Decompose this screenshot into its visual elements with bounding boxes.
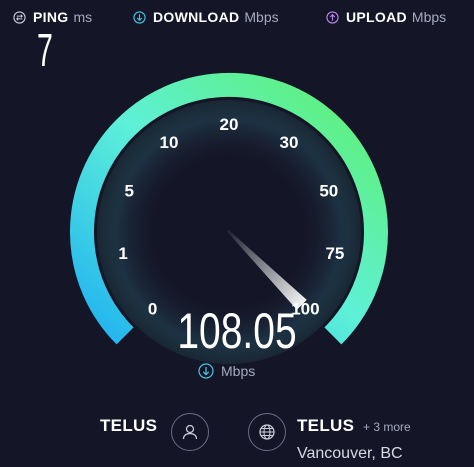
isp-button[interactable] xyxy=(171,413,209,451)
gauge-tick-label: 10 xyxy=(160,133,179,152)
gauge-tick-label: 75 xyxy=(325,244,344,263)
speed-unit: Mbps xyxy=(221,363,256,379)
speed-gauge: 0151020305075100 xyxy=(70,72,388,364)
gauge-tick-label: 30 xyxy=(280,133,299,152)
more-servers-link[interactable]: + 3 more xyxy=(363,420,411,434)
isp-name: TELUS xyxy=(100,416,158,435)
user-icon xyxy=(182,424,198,440)
gauge-tick-label: 0 xyxy=(148,299,157,318)
server-name: TELUS xyxy=(297,416,355,435)
server-button[interactable] xyxy=(248,413,286,451)
download-icon xyxy=(198,363,214,379)
speed-unit-row: Mbps xyxy=(198,363,255,379)
globe-icon xyxy=(259,424,275,440)
server-location: Vancouver, BC xyxy=(297,445,403,462)
download-speed-value: 108.05 xyxy=(177,303,297,359)
gauge-tick-label: 1 xyxy=(118,244,127,263)
gauge-tick-label: 5 xyxy=(124,182,133,201)
gauge-tick-label: 50 xyxy=(319,182,338,201)
gauge-tick-label: 20 xyxy=(220,115,239,134)
